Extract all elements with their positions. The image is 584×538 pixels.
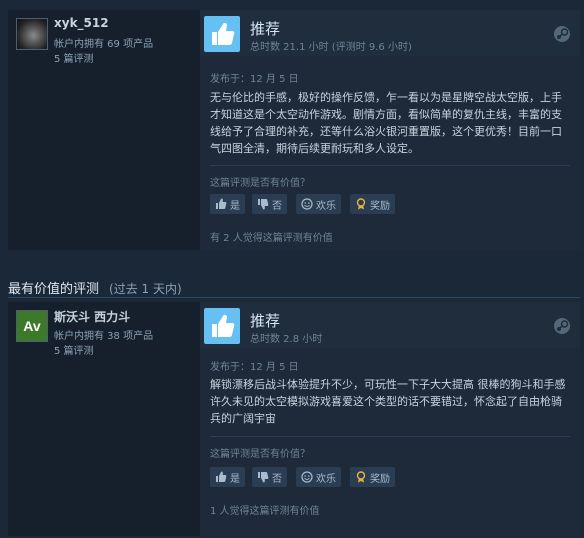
award-icon bbox=[356, 198, 366, 210]
steam-icon bbox=[552, 24, 572, 44]
award-label: 奖励 bbox=[370, 200, 390, 212]
reviews-count[interactable]: 5 篇评测 bbox=[54, 50, 94, 65]
avatar-text: Av bbox=[23, 318, 41, 334]
vote-funny-label: 欢乐 bbox=[316, 200, 336, 212]
thumbs-down-small-icon bbox=[258, 199, 269, 210]
review-text: 解锁漂移后战斗体验提升不少，可玩性一下子大大提高 很棒的狗斗和手感 许久未见的太… bbox=[210, 378, 566, 425]
thumbs-up-small-icon bbox=[216, 198, 227, 209]
vote-funny-button[interactable]: 欢乐 bbox=[296, 194, 341, 214]
award-icon bbox=[356, 471, 366, 483]
thumbs-up-icon bbox=[204, 308, 240, 344]
section-subtitle: (过去 1 天内) bbox=[109, 282, 182, 296]
avatar[interactable]: Av bbox=[16, 310, 48, 342]
smiley-icon bbox=[301, 471, 313, 483]
vote-funny-label: 欢乐 bbox=[316, 473, 336, 485]
playtime-hours: 总时数 21.1 小时 (评测时 9.6 小时) bbox=[250, 42, 412, 53]
steam-icon bbox=[552, 316, 572, 336]
section-divider bbox=[8, 297, 580, 298]
vote-yes-label: 是 bbox=[230, 200, 240, 212]
vote-yes-label: 是 bbox=[230, 473, 240, 485]
award-button[interactable]: 奖励 bbox=[350, 467, 395, 487]
divider bbox=[210, 165, 570, 166]
author-panel: xyk_512 帐户内拥有 69 项产品 5 篇评测 bbox=[8, 10, 200, 250]
vote-no-label: 否 bbox=[272, 200, 282, 212]
recommendation-label: 推荐 bbox=[250, 312, 281, 330]
avatar[interactable] bbox=[16, 18, 48, 50]
vote-header[interactable]: 推荐 总时数 2.8 小时 bbox=[200, 302, 580, 348]
author-name[interactable]: xyk_512 bbox=[54, 16, 109, 30]
posted-date: 发布于：12 月 5 日 bbox=[210, 74, 299, 85]
products-owned[interactable]: 帐户内拥有 69 项产品 bbox=[54, 35, 153, 50]
review-card: Av 斯沃斗 西力斗 帐户内拥有 38 项产品 5 篇评测 推荐 总时数 2.8… bbox=[8, 302, 580, 536]
vote-yes-button[interactable]: 是 bbox=[210, 467, 245, 487]
author-name[interactable]: 斯沃斗 西力斗 bbox=[54, 308, 130, 325]
thumbs-up-small-icon bbox=[216, 471, 227, 482]
helpful-count: 有 2 人觉得这篇评测有价值 bbox=[210, 233, 333, 244]
thumbs-down-small-icon bbox=[258, 472, 269, 483]
award-label: 奖励 bbox=[370, 473, 390, 485]
products-owned[interactable]: 帐户内拥有 38 项产品 bbox=[54, 327, 153, 342]
thumbs-up-icon bbox=[204, 16, 240, 52]
divider bbox=[210, 436, 570, 437]
author-panel: Av 斯沃斗 西力斗 帐户内拥有 38 项产品 5 篇评测 bbox=[8, 302, 200, 536]
helpful-count: 1 人觉得这篇评测有价值 bbox=[210, 506, 320, 517]
vote-yes-button[interactable]: 是 bbox=[210, 194, 245, 214]
section-heading: 最有价值的评测 (过去 1 天内) bbox=[8, 278, 182, 297]
vote-header[interactable]: 推荐 总时数 21.1 小时 (评测时 9.6 小时) bbox=[200, 10, 580, 56]
vote-no-label: 否 bbox=[272, 473, 282, 485]
review-card: xyk_512 帐户内拥有 69 项产品 5 篇评测 推荐 总时数 21.1 小… bbox=[8, 10, 580, 250]
helpful-question: 这篇评测是否有价值？ bbox=[210, 449, 310, 460]
reviews-count[interactable]: 5 篇评测 bbox=[54, 342, 94, 357]
smiley-icon bbox=[301, 198, 313, 210]
vote-no-button[interactable]: 否 bbox=[252, 194, 287, 214]
helpful-question: 这篇评测是否有价值？ bbox=[210, 178, 310, 189]
vote-funny-button[interactable]: 欢乐 bbox=[296, 467, 341, 487]
review-main: 推荐 总时数 2.8 小时 发布于：12 月 5 日 解锁漂移后战斗体验提升不少… bbox=[200, 302, 580, 536]
award-button[interactable]: 奖励 bbox=[350, 194, 395, 214]
section-title: 最有价值的评测 bbox=[8, 282, 100, 297]
posted-date: 发布于：12 月 5 日 bbox=[210, 362, 299, 373]
review-text: 无与伦比的手感，极好的操作反馈，乍一看以为是星牌空战太空版，上手才知道这是个太空… bbox=[210, 91, 562, 155]
review-main: 推荐 总时数 21.1 小时 (评测时 9.6 小时) 发布于：12 月 5 日… bbox=[200, 10, 580, 250]
recommendation-label: 推荐 bbox=[250, 20, 281, 38]
vote-no-button[interactable]: 否 bbox=[252, 467, 287, 487]
playtime-hours: 总时数 2.8 小时 bbox=[250, 334, 323, 345]
